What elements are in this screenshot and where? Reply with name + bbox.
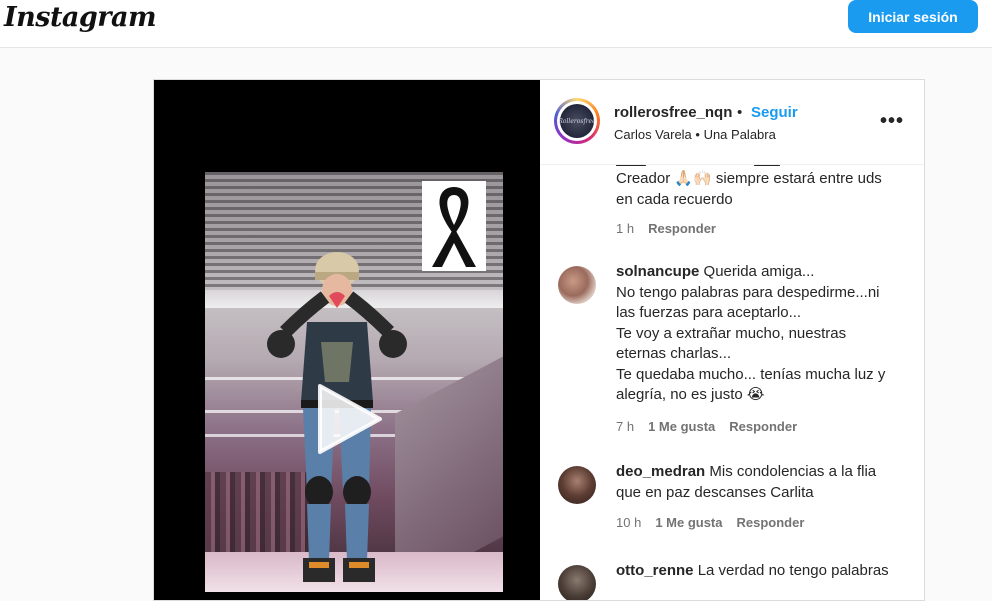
account-username[interactable]: rollerosfree_nqn	[614, 104, 732, 121]
reply-button[interactable]: Responder	[648, 221, 716, 236]
comment-line: Te voy a extrañar mucho, nuestras	[616, 324, 847, 342]
comment-line: La verdad no tengo palabras	[697, 562, 889, 579]
reply-button[interactable]: Responder	[729, 419, 797, 434]
comment-time[interactable]: 1 h	[616, 221, 634, 236]
separator-dot: •	[737, 104, 743, 121]
commenter-avatar[interactable]	[558, 466, 596, 504]
commenter-avatar[interactable]	[558, 565, 596, 600]
avatar-logo: Rollerosfree	[558, 104, 596, 138]
comment-text: deo_medran Mis condolencias a la flia qu…	[616, 462, 916, 503]
post-media[interactable]	[154, 80, 540, 600]
comment-line: las fuerzas para aceptarlo...	[616, 304, 802, 321]
audio-attribution[interactable]: Carlos Varela • Una Palabra	[614, 127, 776, 142]
comment-line: No tengo palabras para despedirme...ni	[616, 283, 880, 301]
reply-button[interactable]: Responder	[737, 515, 805, 530]
comment-line: eternas charlas...	[616, 345, 732, 362]
post-card: Rollerosfree rollerosfree_nqn • Seguir C…	[153, 79, 925, 601]
top-bar: Instagram Iniciar sesión	[0, 0, 992, 48]
comment-line: alegría, no es justo 😭	[616, 386, 765, 403]
comment-line: Creador 🙏🏻🙌🏻 siempre estará entre uds	[616, 170, 882, 187]
comment-username[interactable]: solnancupe	[616, 263, 699, 280]
comment-meta: 7 h 1 Me gusta Responder	[616, 419, 797, 434]
post-sidebar: Rollerosfree rollerosfree_nqn • Seguir C…	[540, 80, 924, 600]
comment-line: Mis condolencias a la flia	[709, 463, 877, 480]
comment-meta: 10 h 1 Me gusta Responder	[616, 515, 804, 530]
commenter-avatar[interactable]	[558, 266, 596, 304]
comment-line: en cada recuerdo	[616, 190, 733, 208]
comment-text: otto_renne La verdad no tengo palabras	[616, 561, 916, 582]
mourning-ribbon-box	[422, 181, 486, 271]
comment-meta: 1 h Responder	[616, 221, 716, 236]
login-button[interactable]: Iniciar sesión	[848, 0, 978, 33]
comment-likes[interactable]: 1 Me gusta	[655, 515, 722, 530]
follow-button[interactable]: Seguir	[751, 104, 798, 121]
comment-line: que en paz descanses Carlita	[616, 483, 814, 501]
comment-line: Querida amiga...	[703, 263, 815, 280]
more-options-icon[interactable]: •••	[880, 110, 904, 133]
mourning-ribbon-icon	[432, 187, 476, 267]
comment-time[interactable]: 10 h	[616, 515, 641, 530]
comment-text: Creador 🙏🏻🙌🏻 siempre estará entre uds en…	[616, 169, 916, 210]
instagram-logo[interactable]: Instagram	[4, 2, 157, 33]
comment-likes[interactable]: 1 Me gusta	[648, 419, 715, 434]
comment-username[interactable]: otto_renne	[616, 562, 694, 579]
comment-line: Te quedaba mucho... tenías mucha luz y	[616, 365, 886, 383]
comment-time[interactable]: 7 h	[616, 419, 634, 434]
account-avatar[interactable]: Rollerosfree	[554, 98, 600, 144]
comment-text: solnancupe Querida amiga... No tengo pal…	[616, 262, 916, 406]
comment-username[interactable]: deo_medran	[616, 463, 705, 480]
post-header: Rollerosfree rollerosfree_nqn • Seguir C…	[540, 80, 924, 165]
play-icon[interactable]	[314, 380, 386, 458]
